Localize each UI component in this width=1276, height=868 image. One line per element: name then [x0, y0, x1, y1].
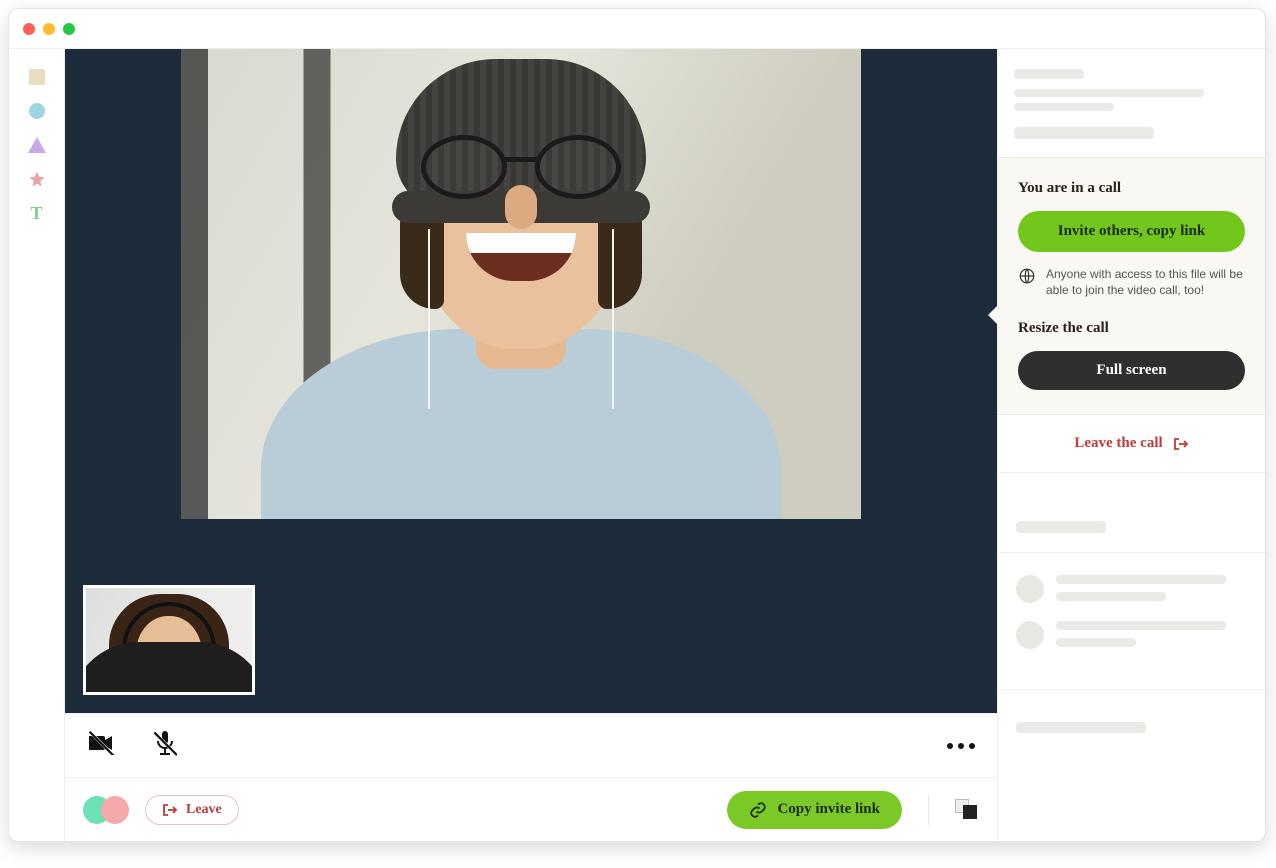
triangle-icon — [28, 137, 46, 153]
link-icon — [749, 801, 767, 819]
window-minimize-button[interactable] — [43, 23, 55, 35]
bottom-bar: Leave Copy invite link — [65, 777, 997, 841]
copy-invite-link-button[interactable]: Copy invite link — [727, 791, 902, 829]
self-video-thumbnail[interactable] — [83, 585, 255, 695]
leave-label: Leave — [186, 802, 222, 818]
shape-toolbar: T — [9, 49, 65, 841]
text-tool[interactable]: T — [27, 203, 47, 223]
star-icon — [28, 170, 46, 188]
panel-list-placeholder — [998, 553, 1265, 690]
text-icon: T — [30, 203, 42, 224]
toggle-camera-button[interactable] — [87, 731, 115, 760]
leave-icon — [1173, 437, 1189, 451]
circle-tool[interactable] — [27, 101, 47, 121]
leave-call-label: Leave the call — [1074, 435, 1162, 452]
dots-icon — [947, 743, 953, 749]
list-item — [1016, 575, 1247, 603]
panel-section-placeholder — [998, 473, 1265, 553]
divider — [928, 795, 929, 825]
circle-icon — [29, 103, 45, 119]
globe-icon — [1018, 267, 1036, 285]
panel-header-placeholder — [998, 49, 1265, 157]
invite-others-button[interactable]: Invite others, copy link — [1018, 211, 1245, 252]
panel-footer-placeholder — [998, 690, 1265, 765]
access-note-text: Anyone with access to this file will be … — [1046, 266, 1245, 298]
call-info-section: You are in a call Invite others, copy li… — [998, 157, 1265, 415]
right-panel: You are in a call Invite others, copy li… — [997, 49, 1265, 841]
star-tool[interactable] — [27, 169, 47, 189]
list-item — [1016, 621, 1247, 649]
copy-link-label: Copy invite link — [777, 801, 880, 818]
fullscreen-button[interactable]: Full screen — [1018, 351, 1245, 390]
leave-call-button[interactable]: Leave the call — [998, 415, 1265, 473]
more-options-button[interactable] — [947, 743, 975, 749]
leave-button[interactable]: Leave — [145, 795, 239, 825]
call-heading: You are in a call — [1018, 180, 1245, 197]
camera-off-icon — [87, 731, 115, 755]
call-controls — [65, 713, 997, 777]
access-note: Anyone with access to this file will be … — [1018, 266, 1245, 298]
window-zoom-button[interactable] — [63, 23, 75, 35]
avatar-placeholder — [1016, 621, 1044, 649]
square-tool[interactable] — [27, 67, 47, 87]
toggle-mic-button[interactable] — [153, 730, 177, 761]
window-close-button[interactable] — [23, 23, 35, 35]
square-icon — [29, 69, 45, 85]
main-column: Leave Copy invite link — [65, 49, 997, 841]
titlebar — [9, 9, 1265, 49]
app-window: T — [8, 8, 1266, 842]
avatar — [101, 796, 129, 824]
main-participant-video[interactable] — [181, 49, 861, 519]
avatar-placeholder — [1016, 575, 1044, 603]
layout-toggle-button[interactable] — [955, 799, 979, 821]
triangle-tool[interactable] — [27, 135, 47, 155]
resize-heading: Resize the call — [1018, 320, 1245, 337]
leave-icon — [162, 803, 178, 817]
participant-avatars[interactable] — [83, 796, 129, 824]
video-stage — [65, 49, 997, 713]
mic-off-icon — [153, 730, 177, 756]
